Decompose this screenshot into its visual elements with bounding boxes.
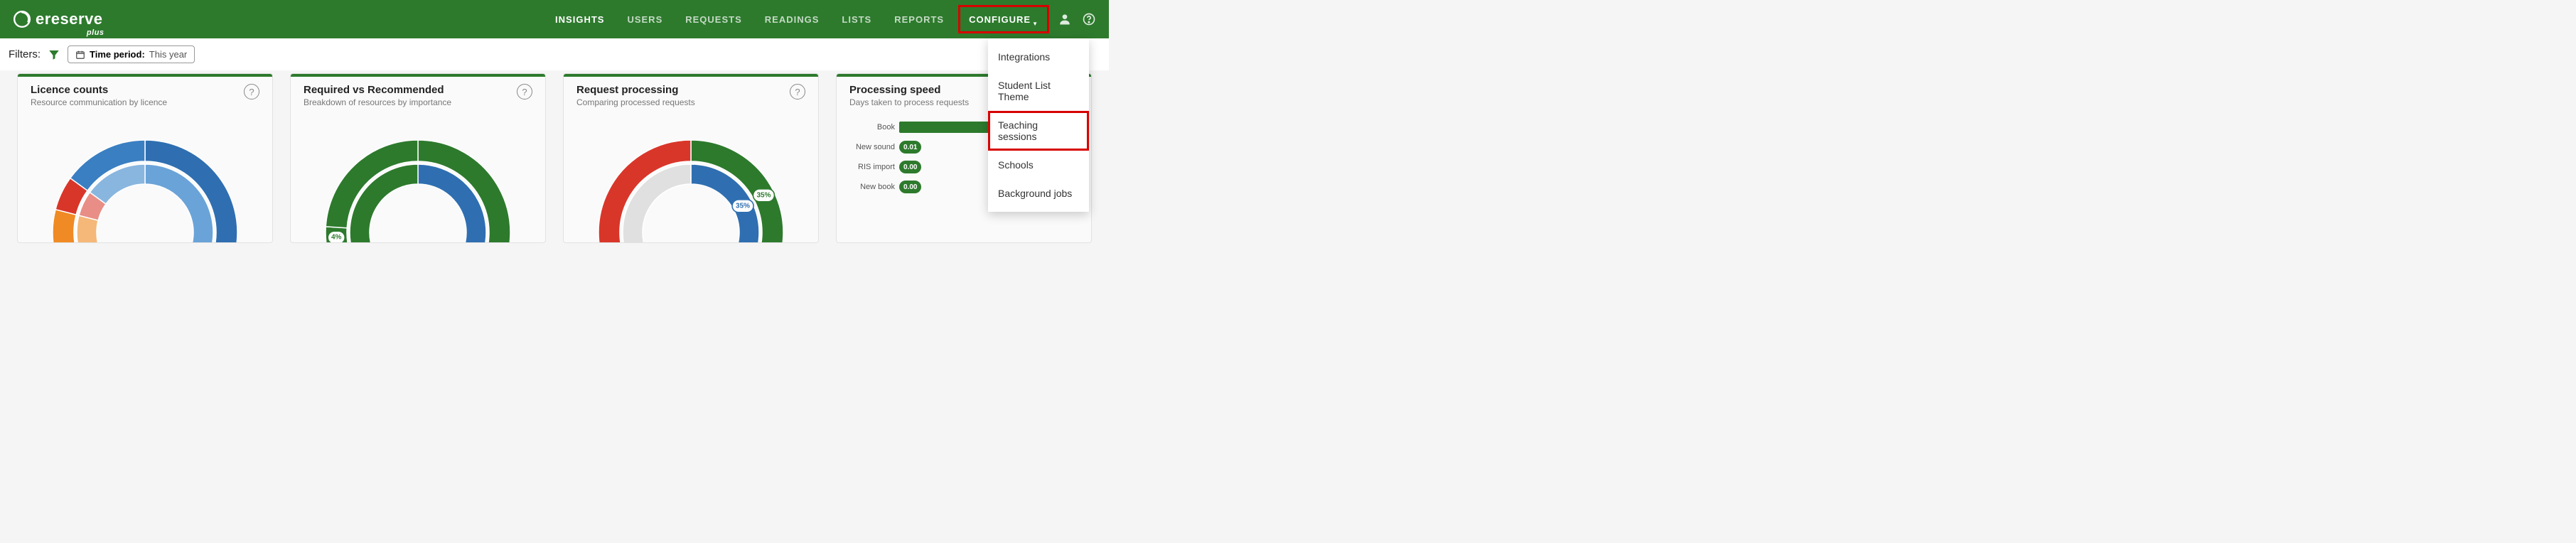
nav-reports[interactable]: REPORTS [883,0,955,38]
time-period-label: Time period: [90,49,145,60]
svg-text:35%: 35% [756,191,771,199]
card-title: Required vs Recommended [304,84,451,96]
bar-value-pill: 0.00 [899,181,921,193]
dropdown-item-schools[interactable]: Schools [988,151,1089,179]
card-title: Request processing [576,84,695,96]
card-subtitle: Comparing processed requests [576,97,695,107]
nav-configure-label: CONFIGURE [969,14,1031,25]
funnel-icon[interactable] [48,48,60,61]
brand-logo[interactable]: ereserve plus [13,10,103,28]
nav-configure[interactable]: CONFIGURE ▼ [958,5,1049,33]
bar-label: Book [837,123,895,131]
card-help-icon[interactable]: ? [517,84,532,100]
calendar-icon [75,50,85,60]
bar-label: New book [837,183,895,191]
dropdown-item-background-jobs[interactable]: Background jobs [988,179,1089,208]
card-subtitle: Days taken to process requests [849,97,969,107]
card-request-processing: Request processing Comparing processed r… [563,73,819,243]
chart-label: 35% [753,189,774,202]
chart-reqrec: 18%4%4%12% [291,114,545,242]
card-help-icon[interactable]: ? [244,84,259,100]
bar-label: New sound [837,143,895,151]
time-period-value: This year [149,49,187,60]
card-required-recommended: Required vs Recommended Breakdown of res… [290,73,546,243]
card-title: Licence counts [31,84,167,96]
bar-value-pill: 0.01 [899,141,921,154]
svg-text:35%: 35% [736,202,750,210]
logo-icon [13,10,31,28]
chart-label: 4% [328,231,345,242]
nav-requests[interactable]: REQUESTS [674,0,753,38]
app-header: ereserve plus INSIGHTSUSERSREQUESTSREADI… [0,0,1109,38]
chart-reqproc: 35% 35% [564,114,818,242]
help-icon[interactable] [1082,12,1096,26]
filters-label: Filters: [9,48,41,60]
nav-insights[interactable]: INSIGHTS [544,0,616,38]
dashboard-cards: Licence counts Resource communication by… [0,70,1109,243]
dropdown-item-teaching-sessions[interactable]: Teaching sessions [988,111,1089,151]
dropdown-item-student-list-theme[interactable]: Student List Theme [988,71,1089,111]
configure-dropdown: IntegrationsStudent List ThemeTeaching s… [988,38,1089,212]
main-nav: INSIGHTSUSERSREQUESTSREADINGSLISTSREPORT… [544,0,1096,38]
chart-label: 35% [732,200,753,213]
time-period-filter[interactable]: Time period: This year [68,45,195,63]
card-subtitle: Breakdown of resources by importance [304,97,451,107]
card-subtitle: Resource communication by licence [31,97,167,107]
nav-lists[interactable]: LISTS [830,0,883,38]
card-title: Processing speed [849,84,969,96]
dropdown-item-integrations[interactable]: Integrations [988,43,1089,71]
bar-label: RIS import [837,163,895,171]
card-licence-counts: Licence counts Resource communication by… [17,73,273,243]
nav-users[interactable]: USERS [616,0,674,38]
bar-value-pill: 0.00 [899,161,921,173]
chart-licence: 10%10% [18,114,272,242]
card-help-icon[interactable]: ? [790,84,805,100]
nav-readings[interactable]: READINGS [753,0,831,38]
svg-text:4%: 4% [331,234,342,242]
chevron-down-icon: ▼ [1032,21,1039,27]
filter-bar: Filters: Time period: This year [0,38,1109,70]
user-icon[interactable] [1058,12,1072,26]
brand-name: ereserve plus [36,10,103,28]
